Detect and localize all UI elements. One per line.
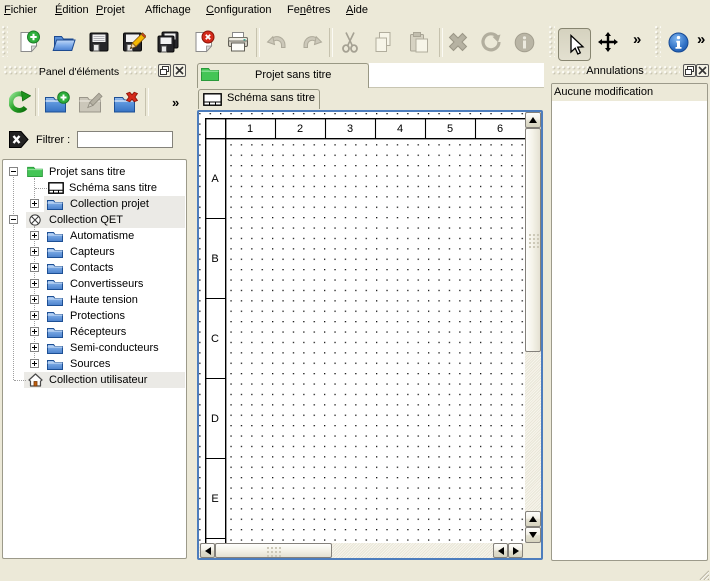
svg-text:4: 4	[397, 123, 403, 135]
svg-text:5: 5	[447, 123, 453, 135]
svg-text:B: B	[211, 253, 218, 265]
svg-text:2: 2	[297, 123, 303, 135]
svg-text:E: E	[211, 493, 218, 505]
svg-text:6: 6	[497, 123, 503, 135]
svg-text:C: C	[211, 333, 219, 345]
svg-text:1: 1	[247, 123, 253, 135]
svg-text:3: 3	[347, 123, 353, 135]
svg-text:D: D	[211, 413, 219, 425]
svg-text:A: A	[211, 173, 219, 185]
